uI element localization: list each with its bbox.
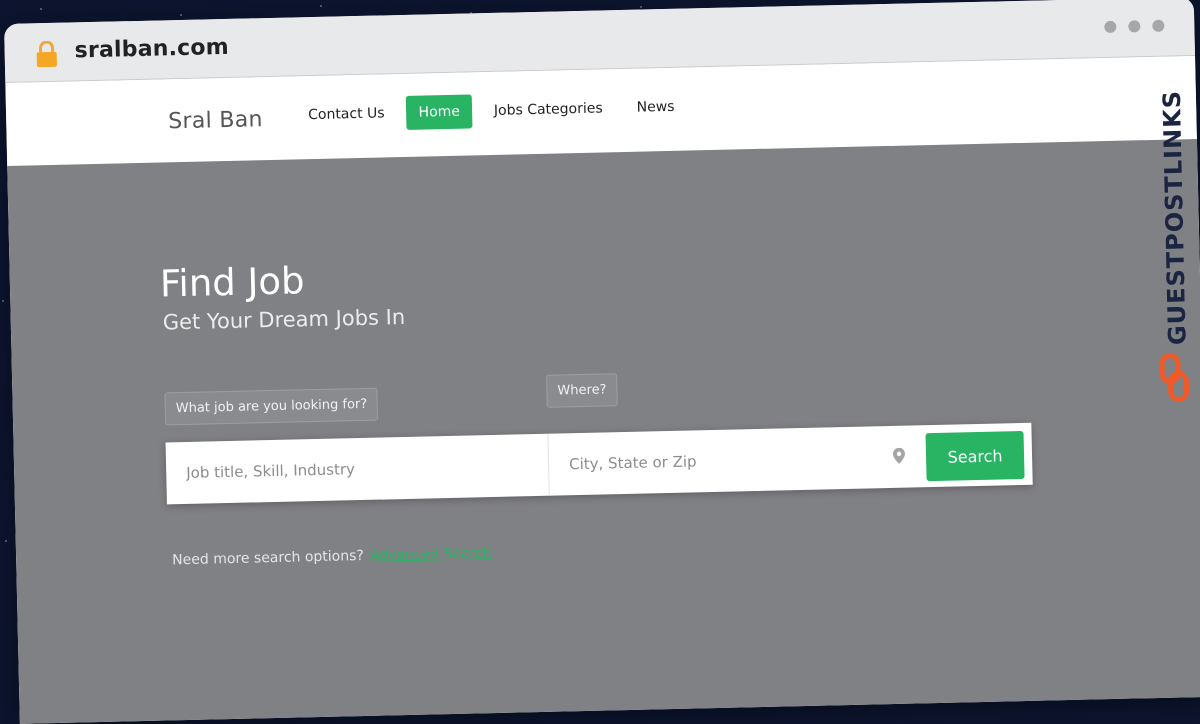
hero-subtitle: Get Your Dream Jobs In <box>162 304 406 335</box>
hero-section: Find Job Get Your Dream Jobs In What job… <box>7 138 1200 724</box>
nav-jobs-categories[interactable]: Jobs Categories <box>482 91 616 128</box>
watermark-text: GUESTPOSTLINKS <box>1157 89 1192 346</box>
window-dot-icon[interactable] <box>1152 19 1165 32</box>
watermark-badge: GUESTPOSTLINKS <box>1147 53 1196 402</box>
nav-contact-us[interactable]: Contact Us <box>296 96 397 132</box>
chain-link-icon <box>1159 353 1190 402</box>
location-input[interactable] <box>548 447 926 474</box>
nav-news[interactable]: News <box>624 90 687 125</box>
search-button[interactable]: Search <box>925 430 1025 482</box>
address-bar-url[interactable]: sralban.com <box>74 35 229 63</box>
site-brand[interactable]: Sral Ban <box>168 107 263 134</box>
what-job-label: What job are you looking for? <box>164 387 379 426</box>
job-field-wrapper <box>165 433 550 505</box>
nav-home[interactable]: Home <box>406 94 473 130</box>
window-dot-icon[interactable] <box>1128 20 1141 33</box>
window-dot-icon[interactable] <box>1104 20 1117 34</box>
location-field-wrapper <box>548 425 926 496</box>
where-label: Where? <box>546 373 618 408</box>
main-menu: Contact Us Home Jobs Categories News <box>296 89 697 132</box>
location-pin-icon <box>892 447 905 464</box>
window-controls <box>1104 19 1165 34</box>
advanced-search-link[interactable]: Advanced Search <box>370 545 492 564</box>
more-options: Need more search options? Advanced Search <box>172 545 492 568</box>
job-search-bar: Search <box>165 422 1033 505</box>
job-keyword-input[interactable] <box>166 455 549 483</box>
hero-title: Find Job <box>159 259 305 306</box>
more-options-text: Need more search options? <box>172 547 365 569</box>
browser-window: sralban.com Sral Ban Contact Us Home Job… <box>4 0 1200 724</box>
lock-icon <box>36 40 57 68</box>
